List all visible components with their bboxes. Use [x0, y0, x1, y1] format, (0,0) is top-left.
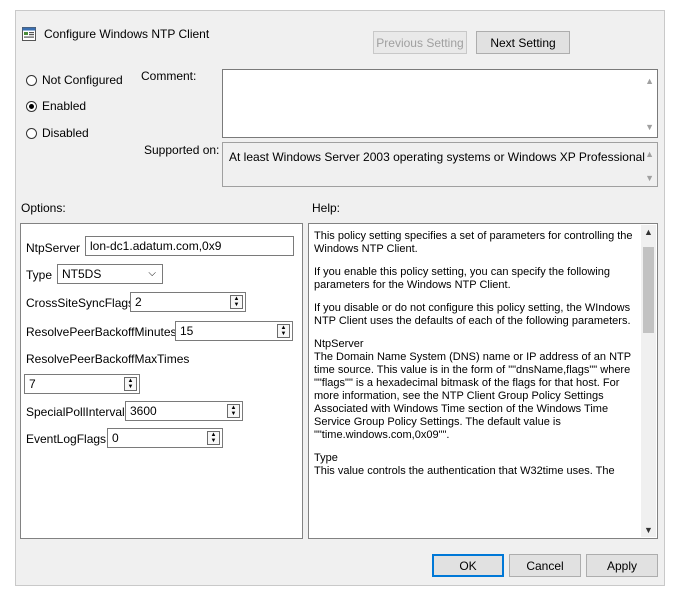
eventlog-spinner[interactable]: ▲ ▼: [207, 431, 220, 445]
help-paragraph: This value controls the authentication t…: [314, 465, 615, 477]
ntpserver-input[interactable]: lon-dc1.adatum.com,0x9: [85, 236, 294, 256]
ok-label: OK: [459, 558, 477, 573]
help-panel: This policy setting specifies a set of p…: [308, 223, 658, 539]
options-label: Options:: [21, 201, 66, 215]
dialog-title: Configure Windows NTP Client: [44, 27, 210, 41]
eventlog-input[interactable]: 0: [107, 428, 223, 448]
options-panel: NtpServer lon-dc1.adatum.com,0x9 Type NT…: [20, 223, 303, 539]
crosssite-input[interactable]: 2: [130, 292, 246, 312]
supported-scroll-down-icon[interactable]: ▼: [645, 173, 654, 183]
radio-enabled[interactable]: Enabled: [26, 99, 86, 113]
resolvemax-label: ResolvePeerBackoffMaxTimes: [26, 352, 190, 366]
help-paragraph: If you disable or do not configure this …: [314, 302, 631, 327]
radio-disabled-label: Disabled: [42, 126, 89, 140]
comment-scroll-down-icon[interactable]: ▼: [645, 122, 654, 132]
supported-on-label: Supported on:: [144, 143, 220, 157]
specialpoll-input[interactable]: 3600: [125, 401, 243, 421]
specialpoll-label: SpecialPollInterval: [26, 405, 125, 419]
policy-dialog: Configure Windows NTP Client Previous Se…: [15, 10, 665, 586]
apply-button[interactable]: Apply: [586, 554, 658, 577]
apply-label: Apply: [606, 558, 638, 573]
comment-scroll-up-icon[interactable]: ▲: [645, 76, 654, 86]
radio-disabled-dot[interactable]: [26, 127, 37, 139]
radio-disabled[interactable]: Disabled: [26, 126, 89, 140]
supported-on-value: At least Windows Server 2003 operating s…: [229, 150, 645, 164]
scroll-down-icon[interactable]: ▼: [644, 525, 653, 535]
ntpserver-label: NtpServer: [26, 241, 81, 255]
help-heading: Type: [314, 452, 338, 464]
type-select-value: NT5DS: [62, 267, 102, 281]
resolvemax-spinner[interactable]: ▲ ▼: [124, 377, 137, 391]
radio-not-configured-label: Not Configured: [42, 73, 123, 87]
eventlog-label: EventLogFlags: [26, 432, 107, 446]
previous-setting-button[interactable]: Previous Setting: [373, 31, 467, 54]
radio-enabled-label: Enabled: [42, 99, 87, 113]
crosssite-spinner[interactable]: ▲ ▼: [230, 295, 243, 309]
resolvemin-label: ResolvePeerBackoffMinutes: [26, 325, 177, 339]
supported-scroll-up-icon[interactable]: ▲: [645, 149, 654, 159]
radio-not-configured-dot[interactable]: [26, 74, 37, 86]
ok-button[interactable]: OK: [432, 554, 504, 577]
help-heading: NtpServer: [314, 338, 364, 350]
comment-label: Comment:: [141, 69, 197, 83]
scroll-thumb[interactable]: [643, 247, 654, 333]
cancel-button[interactable]: Cancel: [509, 554, 581, 577]
help-label: Help:: [312, 201, 341, 215]
resolvemax-input[interactable]: 7: [24, 374, 140, 394]
chevron-down-icon: ⌵: [148, 268, 156, 279]
resolvemin-input[interactable]: 15: [175, 321, 293, 341]
type-select[interactable]: NT5DS ⌵: [57, 264, 163, 284]
help-text: This policy setting specifies a set of p…: [314, 230, 639, 488]
specialpoll-spinner[interactable]: ▲ ▼: [227, 404, 240, 418]
scroll-up-icon[interactable]: ▲: [644, 227, 653, 237]
next-setting-label: Next Setting: [490, 35, 556, 50]
supported-on-box: At least Windows Server 2003 operating s…: [222, 142, 658, 187]
radio-enabled-dot[interactable]: [26, 100, 37, 112]
next-setting-button[interactable]: Next Setting: [476, 31, 570, 54]
radio-not-configured[interactable]: Not Configured: [26, 73, 123, 87]
crosssite-label: CrossSiteSyncFlags: [26, 296, 135, 310]
policy-icon: [22, 27, 36, 41]
cancel-label: Cancel: [526, 558, 564, 573]
help-paragraph: This policy setting specifies a set of p…: [314, 230, 633, 255]
comment-textarea[interactable]: ▲ ▼: [222, 69, 658, 138]
help-paragraph: The Domain Name System (DNS) name or IP …: [314, 351, 631, 441]
help-paragraph: If you enable this policy setting, you c…: [314, 266, 610, 291]
type-label: Type: [26, 268, 53, 282]
resolvemin-spinner[interactable]: ▲ ▼: [277, 324, 290, 338]
help-scrollbar[interactable]: ▲ ▼: [641, 225, 656, 537]
previous-setting-label: Previous Setting: [376, 35, 464, 50]
